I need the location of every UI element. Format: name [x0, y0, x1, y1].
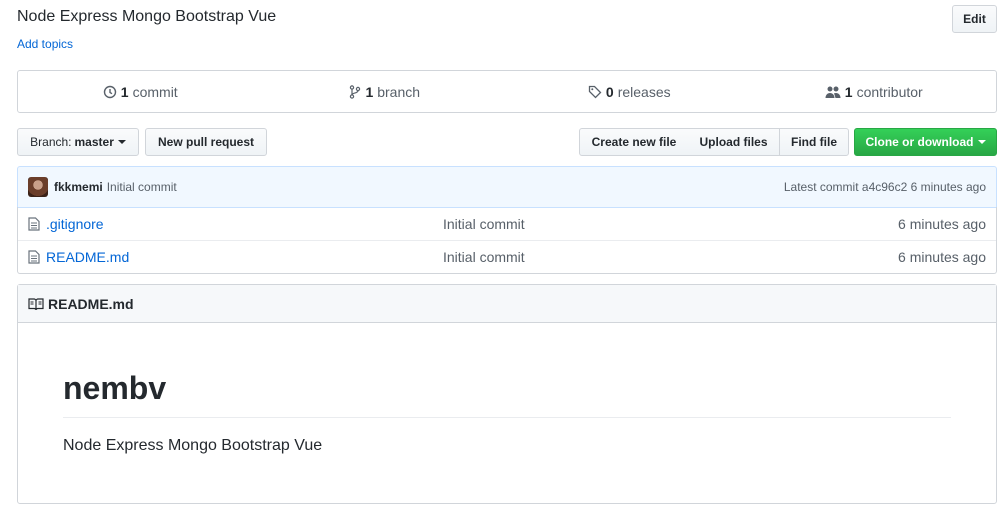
- branch-name: master: [74, 135, 114, 149]
- contributors-label: contributor: [856, 83, 923, 100]
- file-row: README.md Initial commit 6 minutes ago: [18, 240, 996, 273]
- branches-label: branch: [377, 83, 421, 100]
- edit-button[interactable]: Edit: [952, 5, 997, 33]
- branch-select-button[interactable]: Branch: master: [17, 128, 139, 156]
- repo-summary-bar: 1 commit 1 branch 0 releases 1 contribut…: [17, 70, 997, 113]
- repo-description: Node Express Mongo Bootstrap Vue: [17, 8, 277, 25]
- file-commit-link[interactable]: Initial commit: [443, 249, 525, 265]
- commit-author[interactable]: fkkmemi: [54, 180, 103, 194]
- file-age: 6 minutes ago: [898, 216, 986, 232]
- commits-label: commit: [132, 83, 178, 100]
- avatar[interactable]: [28, 177, 48, 197]
- branches-link[interactable]: 1 branch: [263, 71, 508, 112]
- file-row: .gitignore Initial commit 6 minutes ago: [18, 207, 996, 240]
- commit-message[interactable]: Initial commit: [107, 180, 177, 194]
- readme-panel: README.md nembv Node Express Mongo Boots…: [17, 284, 997, 504]
- branches-count: 1: [365, 83, 374, 100]
- readme-header: README.md: [18, 285, 996, 323]
- history-icon: [103, 85, 116, 98]
- tag-icon: [588, 85, 602, 98]
- contributors-count: 1: [844, 83, 853, 100]
- add-topics-link[interactable]: Add topics: [17, 37, 73, 51]
- file-icon: [28, 250, 40, 264]
- people-icon: [825, 86, 841, 98]
- commit-sha[interactable]: a4c96c2: [862, 180, 907, 194]
- file-age: 6 minutes ago: [898, 249, 986, 265]
- readme-filename: README.md: [48, 295, 134, 312]
- releases-label: releases: [617, 83, 671, 100]
- upload-files-button[interactable]: Upload files: [688, 128, 780, 156]
- file-name-link[interactable]: .gitignore: [46, 216, 443, 232]
- latest-commit-bar: fkkmemi Initial commit Latest commit a4c…: [17, 166, 997, 208]
- create-new-file-button[interactable]: Create new file: [579, 128, 689, 156]
- releases-count: 0: [605, 83, 614, 100]
- chevron-down-icon: [977, 140, 986, 144]
- chevron-down-icon: [117, 140, 126, 144]
- commit-age: 6 minutes ago: [910, 180, 986, 194]
- contributors-link[interactable]: 1 contributor: [752, 71, 997, 112]
- latest-commit-info: Latest commit a4c96c2 6 minutes ago: [784, 180, 986, 194]
- new-pull-request-button[interactable]: New pull request: [145, 128, 267, 156]
- readme-body: Node Express Mongo Bootstrap Vue: [63, 437, 323, 454]
- find-file-button[interactable]: Find file: [779, 128, 849, 156]
- branch-icon: [350, 84, 361, 99]
- latest-commit-label: Latest commit: [783, 180, 859, 194]
- commits-link[interactable]: 1 commit: [18, 71, 263, 112]
- file-icon: [28, 217, 40, 231]
- file-name-link[interactable]: README.md: [46, 249, 443, 265]
- book-icon: [28, 297, 44, 310]
- releases-link[interactable]: 0 releases: [507, 71, 752, 112]
- commits-count: 1: [120, 83, 129, 100]
- file-commit-link[interactable]: Initial commit: [443, 216, 525, 232]
- divider: [63, 417, 951, 418]
- clone-download-button[interactable]: Clone or download: [854, 128, 997, 156]
- clone-label: Clone or download: [865, 135, 974, 149]
- file-list: .gitignore Initial commit 6 minutes ago …: [17, 207, 997, 274]
- readme-title: nembv: [63, 370, 167, 406]
- branch-prefix: Branch:: [30, 135, 72, 149]
